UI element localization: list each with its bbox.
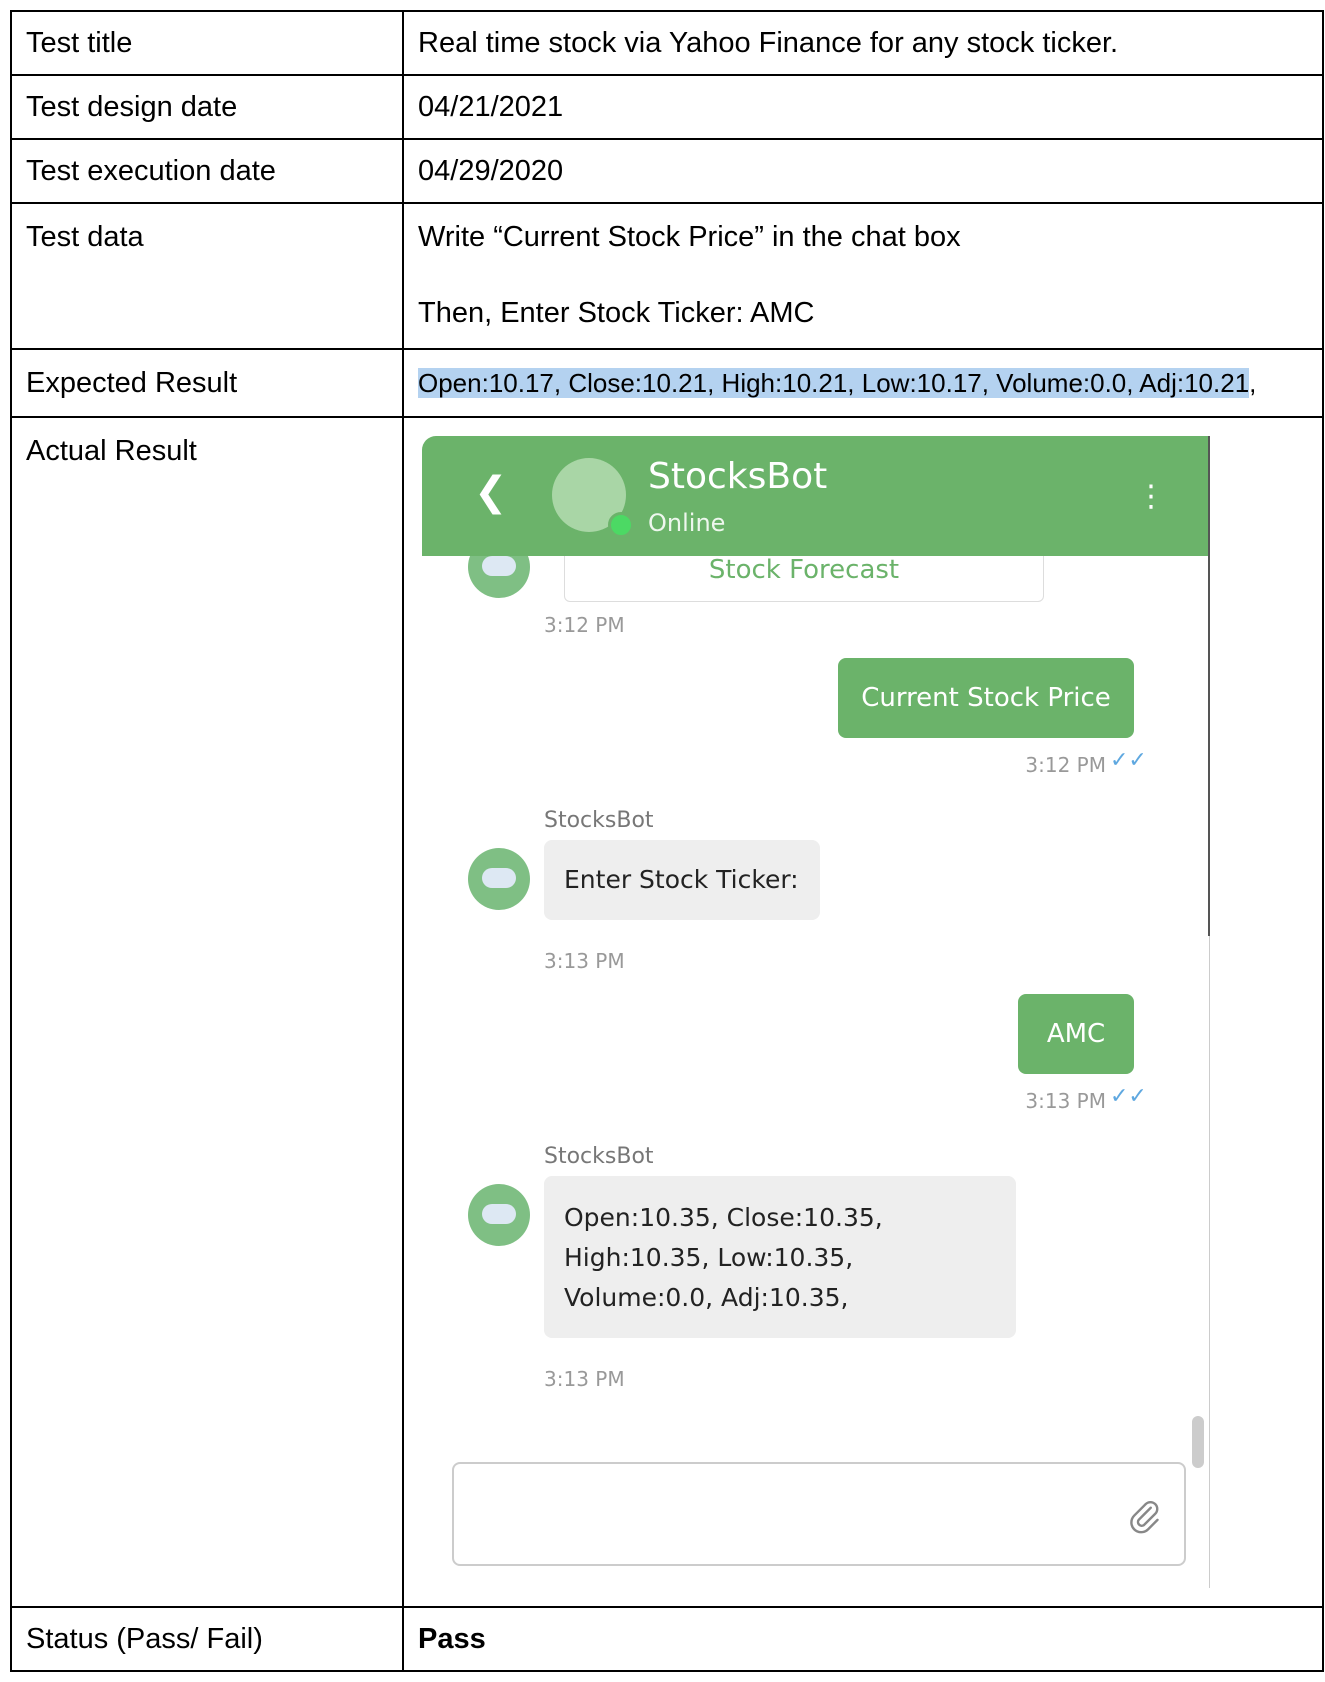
double-check-icon: ✓✓ (1110, 1084, 1147, 1109)
label-execution-date: Test execution date (10, 138, 404, 204)
label-test-title: Test title (10, 10, 404, 76)
bot-avatar (468, 1184, 530, 1246)
message-time: 3:13 PM (1025, 1089, 1106, 1113)
chat-screenshot: Stock Forecast 3:12 PM ❮ StocksBot Onlin… (422, 436, 1210, 1588)
message-sender: StocksBot (544, 808, 654, 833)
bot-name: StocksBot (648, 456, 828, 497)
message-time: 3:12 PM (1025, 753, 1106, 777)
message-time: 3:13 PM (544, 1367, 625, 1391)
label-expected-result: Expected Result (10, 348, 404, 418)
paperclip-icon[interactable] (1126, 1498, 1162, 1534)
test-data-line-1: Write “Current Stock Price” in the chat … (418, 221, 961, 253)
message-time: 3:13 PM (544, 949, 625, 973)
scrollbar-thumb[interactable] (1192, 1416, 1204, 1468)
bot-message: Enter Stock Ticker: (544, 840, 820, 920)
expected-highlight: Open:10.17, Close:10.21, High:10.21, Low… (418, 368, 1250, 398)
bot-avatar (468, 848, 530, 910)
label-test-data: Test data (10, 202, 404, 350)
bot-status: Online (648, 509, 726, 537)
value-test-title: Real time stock via Yahoo Finance for an… (402, 10, 1324, 76)
value-status: Pass (402, 1606, 1324, 1672)
test-data-line-2: Then, Enter Stock Ticker: AMC (418, 297, 815, 329)
user-message: Current Stock Price (838, 658, 1134, 738)
online-indicator (608, 512, 634, 538)
label-design-date: Test design date (10, 74, 404, 140)
test-case-table: Test title Real time stock via Yahoo Fin… (10, 10, 1324, 1672)
message-sender: StocksBot (544, 1144, 654, 1169)
label-actual-result: Actual Result (10, 416, 404, 1608)
value-actual-result: Stock Forecast 3:12 PM ❮ StocksBot Onlin… (402, 416, 1324, 1608)
bot-message-stock-data: Open:10.35, Close:10.35, High:10.35, Low… (544, 1176, 1016, 1338)
message-input[interactable] (452, 1462, 1186, 1566)
value-test-data: Write “Current Stock Price” in the chat … (402, 202, 1324, 350)
double-check-icon: ✓✓ (1110, 748, 1147, 773)
value-design-date: 04/21/2021 (402, 74, 1324, 140)
chat-header: ❮ StocksBot Online ⋮ (422, 436, 1208, 556)
user-message: AMC (1018, 994, 1134, 1074)
message-time: 3:12 PM (544, 613, 625, 637)
value-execution-date: 04/29/2020 (402, 138, 1324, 204)
value-expected-result: Open:10.17, Close:10.21, High:10.21, Low… (402, 348, 1324, 418)
label-status: Status (Pass/ Fail) (10, 1606, 404, 1672)
kebab-menu-icon[interactable]: ⋮ (1136, 482, 1166, 512)
chevron-left-icon[interactable]: ❮ (474, 472, 508, 512)
